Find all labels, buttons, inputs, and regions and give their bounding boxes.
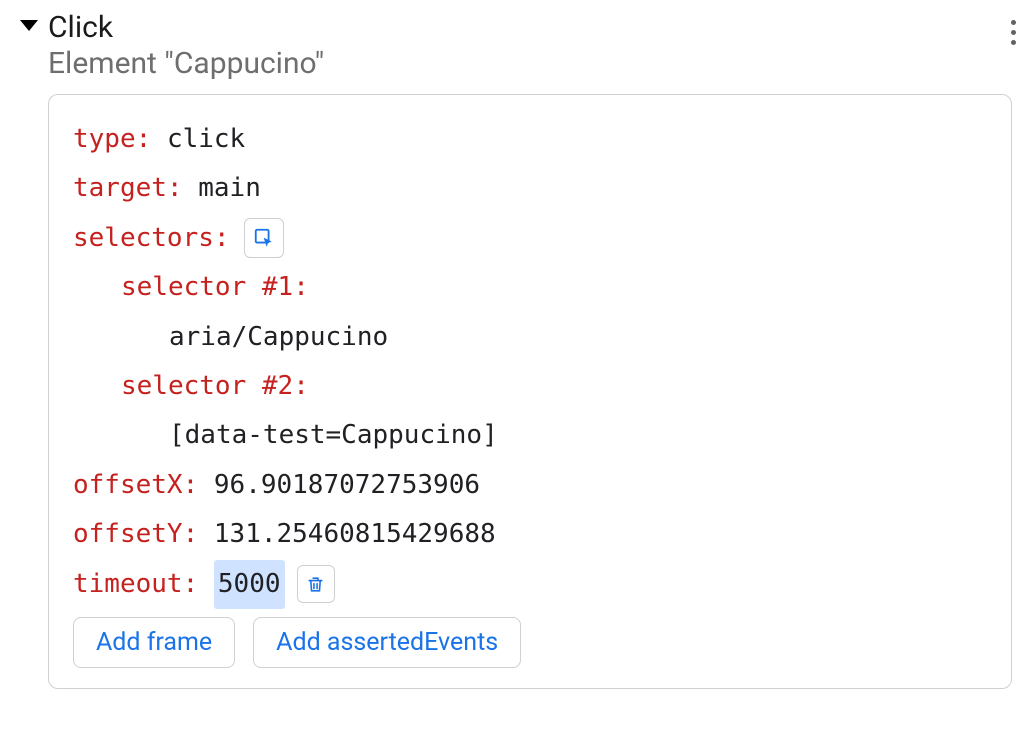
trash-icon xyxy=(306,575,325,594)
offsety-value: 131.25460815429688 xyxy=(214,519,496,549)
selector-1-label: selector #1 xyxy=(121,272,293,302)
offsety-key: offsetY xyxy=(73,519,183,549)
selector-2-value: [data-test=Cappucino] xyxy=(169,420,498,450)
timeout-value[interactable]: 5000 xyxy=(214,560,285,609)
selector-2-label: selector #2 xyxy=(121,371,293,401)
step-titles: Click Element "Cappucino" xyxy=(48,10,1007,82)
selector-1-value-row[interactable]: aria/Cappucino xyxy=(73,313,987,362)
scrollbar[interactable] xyxy=(1018,0,1032,748)
collapse-toggle-icon[interactable] xyxy=(20,20,38,31)
selector-2-value-row[interactable]: [data-test=Cappucino] xyxy=(73,411,987,460)
selectors-label: selectors xyxy=(73,223,214,253)
offsetx-key: offsetX xyxy=(73,470,183,500)
type-row[interactable]: type: click xyxy=(73,115,987,164)
selector-2-label-row[interactable]: selector #2: xyxy=(73,362,987,411)
offsety-row[interactable]: offsetY: 131.25460815429688 xyxy=(73,510,987,559)
delete-timeout-button[interactable] xyxy=(297,565,335,603)
type-value: click xyxy=(167,124,245,154)
step-header: Click Element "Cappucino" xyxy=(20,10,1012,82)
offsetx-row[interactable]: offsetX: 96.90187072753906 xyxy=(73,461,987,510)
offsetx-value: 96.90187072753906 xyxy=(214,470,480,500)
target-key: target xyxy=(73,173,167,203)
target-value: main xyxy=(198,173,261,203)
type-key: type xyxy=(73,124,136,154)
step-details: type: click target: main selectors: sele… xyxy=(48,94,1012,689)
selector-picker-button[interactable] xyxy=(244,218,284,258)
step-subtitle: Element "Cappucino" xyxy=(48,46,1007,82)
step-title: Click xyxy=(48,10,1007,46)
timeout-key: timeout xyxy=(73,569,183,599)
selector-picker-icon xyxy=(253,227,275,249)
selector-1-value: aria/Cappucino xyxy=(169,322,388,352)
timeout-row: timeout: 5000 xyxy=(73,560,987,609)
selectors-row: selectors: xyxy=(73,214,987,263)
add-asserted-events-button[interactable]: Add assertedEvents xyxy=(253,617,521,668)
target-row[interactable]: target: main xyxy=(73,164,987,213)
add-frame-button[interactable]: Add frame xyxy=(73,617,235,668)
actions-row: Add frame Add assertedEvents xyxy=(73,617,987,668)
selector-1-label-row[interactable]: selector #1: xyxy=(73,263,987,312)
